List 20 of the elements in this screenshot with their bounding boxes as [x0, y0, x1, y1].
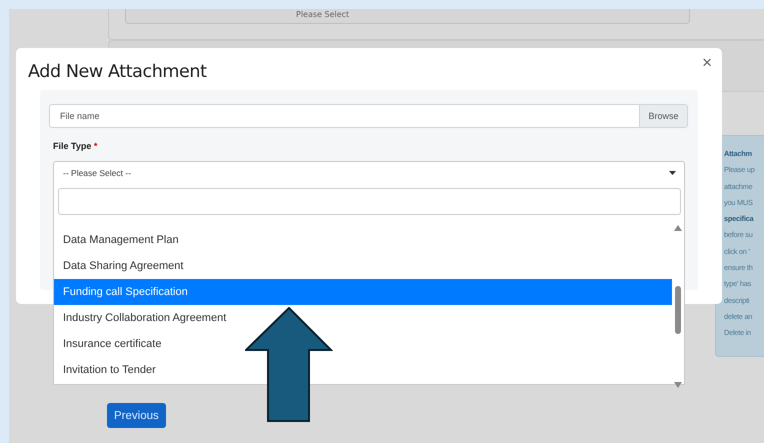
scroll-up-icon[interactable] — [674, 225, 682, 231]
scrollbar-thumb[interactable] — [675, 286, 681, 334]
modal-title: Add New Attachment — [28, 62, 207, 82]
scroll-down-icon[interactable] — [674, 382, 682, 388]
dropdown-option[interactable]: Funding call Specification — [54, 279, 672, 305]
background-select[interactable]: Please Select — [125, 9, 690, 24]
dropdown-option[interactable]: Industry Collaboration Agreement — [54, 305, 672, 331]
caret-icon — [669, 171, 676, 175]
file-type-select[interactable]: -- Please Select -- — [53, 161, 685, 184]
dropdown-option[interactable]: Invitation to Tender — [54, 357, 672, 383]
close-button[interactable]: × — [700, 53, 714, 73]
file-type-label: File Type * — [53, 141, 98, 151]
browse-button[interactable]: Browse — [639, 105, 687, 127]
previous-button[interactable]: Previous — [107, 403, 166, 428]
dropdown-option[interactable]: Data Management Plan — [54, 227, 672, 253]
file-name-placeholder: File name — [59, 110, 101, 123]
dropdown-option[interactable]: Insurance certificate — [54, 331, 672, 357]
dropdown-option[interactable]: Data Sharing Agreement — [54, 253, 672, 279]
file-input[interactable]: File name Browse — [49, 104, 688, 128]
search-field[interactable] — [58, 188, 681, 215]
